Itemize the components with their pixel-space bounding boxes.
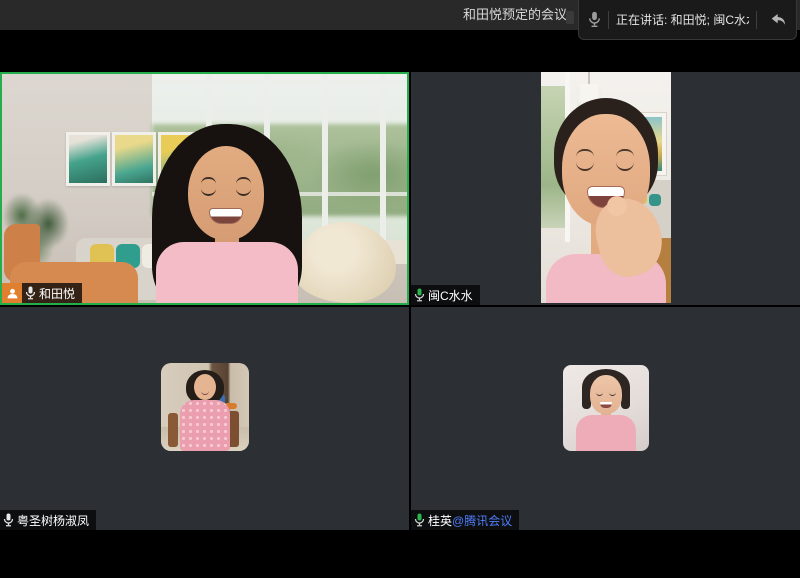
reply-arrow-icon[interactable] [771,13,787,27]
person-badge-icon [2,283,22,303]
participant-tile-4[interactable]: 桂英@腾讯会议 [411,307,800,530]
participant-tile-1[interactable]: 和田悦 [0,72,409,305]
name-chip: 和田悦 [22,283,82,303]
participant-4-avatar [563,365,649,451]
participant-grid: 和田悦 [0,72,800,530]
wall-art [66,132,110,186]
speaking-now-label: 正在讲话: 和田悦; 闽C水水... [616,11,749,28]
participant-tile-3[interactable]: 粤圣树杨淑凤 [0,307,409,530]
titlebar-mini-icon [566,11,574,24]
mic-speaking-icon [414,513,425,527]
participant-name-suffix: @腾讯会议 [452,512,512,529]
name-chip: 桂英@腾讯会议 [411,510,519,530]
participant-name: 粤圣树杨淑凤 [17,512,89,529]
mic-on-icon [25,286,36,300]
participant-tile-2[interactable]: 闽C水水 [411,72,800,305]
meeting-title: 和田悦预定的会议 [463,0,567,30]
speaking-indicator-panel[interactable]: 正在讲话: 和田悦; 闽C水水... [578,0,797,40]
mic-on-icon [3,513,14,527]
participant-name: 和田悦 [39,285,75,302]
name-chip: 粤圣树杨淑凤 [0,510,96,530]
participant-2-video [541,72,671,303]
wall-art [112,132,156,186]
name-chip: 闽C水水 [411,285,480,305]
participant-name: 桂英 [428,512,452,529]
mic-speaking-icon [414,288,425,302]
microphone-icon [588,11,601,28]
divider [756,11,757,29]
participant-name: 闽C水水 [428,287,473,304]
divider [608,11,609,29]
participant-3-avatar [161,363,249,451]
